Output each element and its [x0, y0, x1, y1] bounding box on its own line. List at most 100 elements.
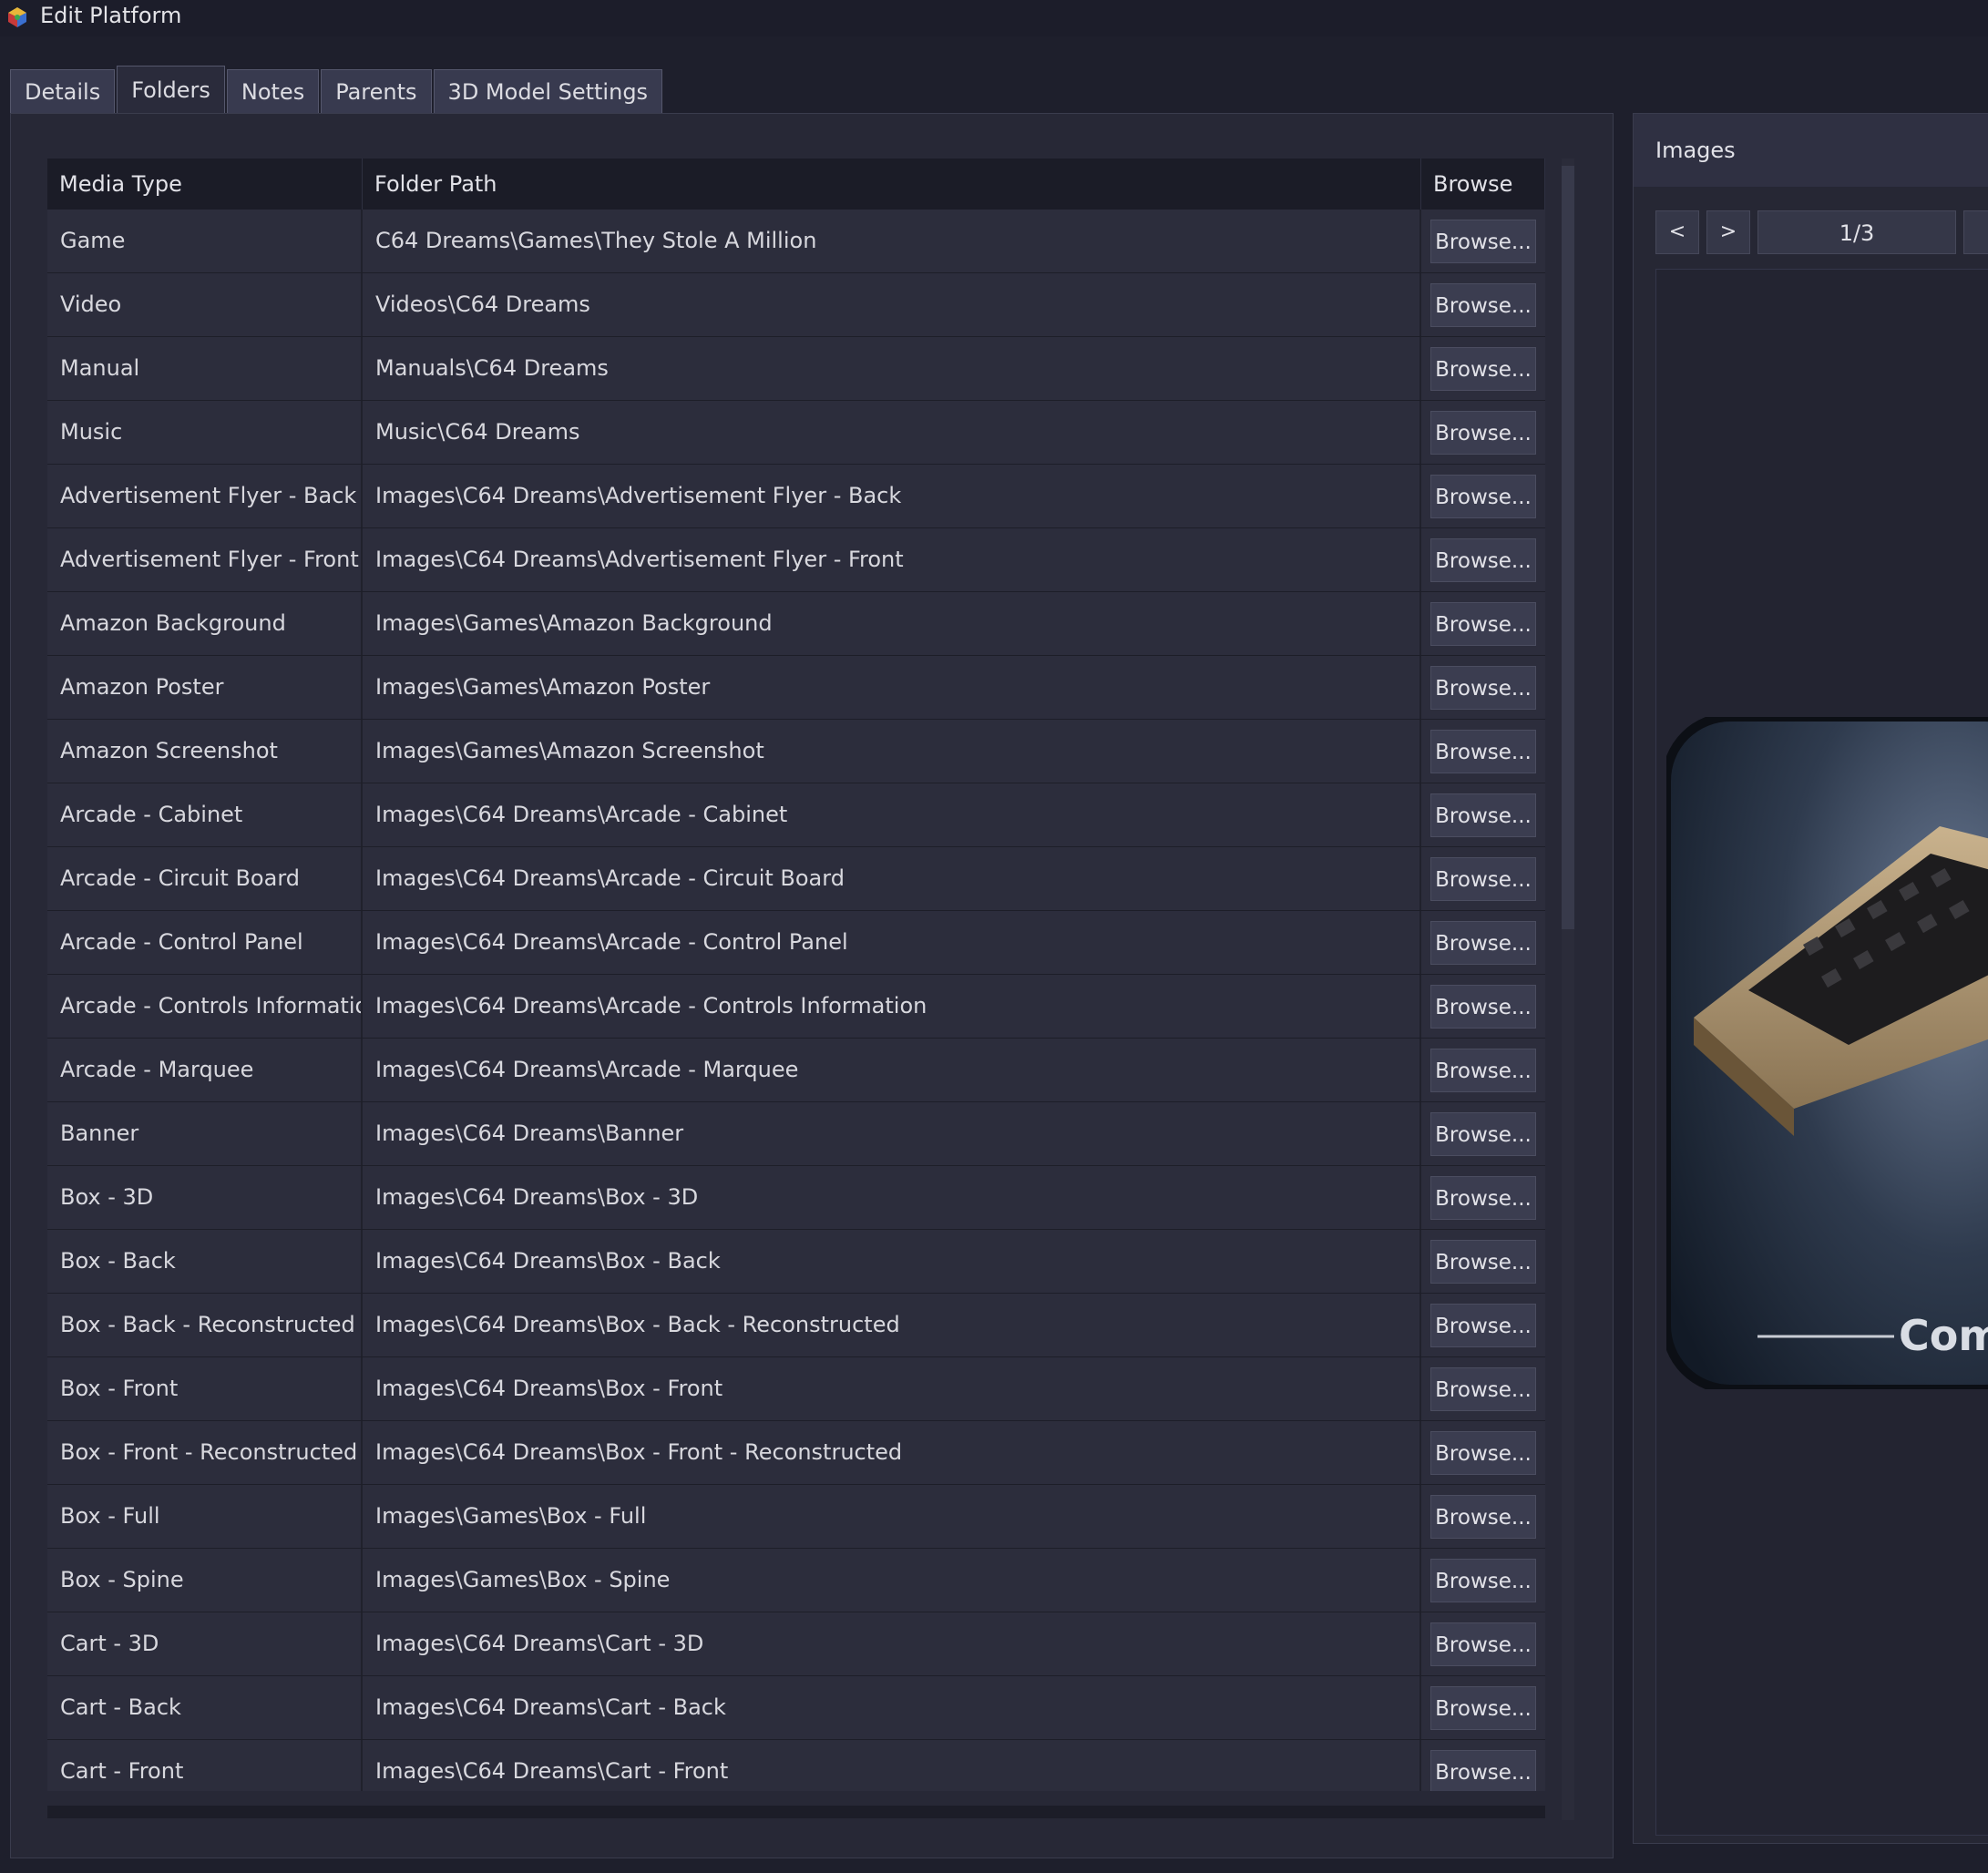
- table-row[interactable]: Cart - Back Images\C64 Dreams\Cart - Back…: [47, 1676, 1545, 1740]
- folder-path-cell[interactable]: Images\C64 Dreams\Arcade - Controls Info…: [363, 975, 1421, 1038]
- table-row[interactable]: Box - Back Images\C64 Dreams\Box - Back Br…: [47, 1230, 1545, 1294]
- folder-path-cell[interactable]: Images\Games\Box - Spine: [363, 1549, 1421, 1612]
- browse-button[interactable]: Browse...: [1430, 410, 1536, 455]
- grid-horizontal-scrollbar[interactable]: [47, 1806, 1545, 1818]
- media-type-cell[interactable]: Amazon Poster: [47, 656, 363, 719]
- table-row[interactable]: Box - Back - Reconstructed Images\C64 Dre…: [47, 1294, 1545, 1357]
- browse-button[interactable]: Browse...: [1430, 219, 1536, 263]
- browse-button[interactable]: Browse...: [1430, 1685, 1536, 1730]
- header-folder-path[interactable]: Folder Path: [363, 159, 1421, 210]
- tab-details[interactable]: Details: [10, 69, 116, 113]
- media-type-cell[interactable]: Advertisement Flyer - Front: [47, 528, 363, 591]
- media-type-cell[interactable]: Box - Back - Reconstructed: [47, 1294, 363, 1356]
- tab-parents[interactable]: Parents: [321, 69, 432, 113]
- table-row[interactable]: Arcade - Control Panel Images\C64 Dreams\…: [47, 911, 1545, 975]
- image-action-button[interactable]: [1963, 210, 1988, 254]
- media-type-cell[interactable]: Manual: [47, 337, 363, 400]
- folder-path-cell[interactable]: Images\C64 Dreams\Cart - Front: [363, 1740, 1421, 1791]
- media-type-cell[interactable]: Arcade - Control Panel: [47, 911, 363, 974]
- browse-button[interactable]: Browse...: [1430, 1430, 1536, 1475]
- folder-path-cell[interactable]: Images\C64 Dreams\Box - 3D: [363, 1166, 1421, 1229]
- table-row[interactable]: Box - Front - Reconstructed Images\C64 Dr…: [47, 1421, 1545, 1485]
- table-row[interactable]: Arcade - Circuit Board Images\C64 Dreams\…: [47, 847, 1545, 911]
- media-type-cell[interactable]: Arcade - Cabinet: [47, 783, 363, 846]
- media-type-cell[interactable]: Box - Front - Reconstructed: [47, 1421, 363, 1484]
- table-row[interactable]: Game C64 Dreams\Games\They Stole A Millio…: [47, 210, 1545, 273]
- folder-path-cell[interactable]: Images\C64 Dreams\Cart - Back: [363, 1676, 1421, 1739]
- folder-path-cell[interactable]: Images\C64 Dreams\Box - Back: [363, 1230, 1421, 1293]
- folder-path-cell[interactable]: Images\C64 Dreams\Box - Front - Reconstr…: [363, 1421, 1421, 1484]
- media-type-cell[interactable]: Box - Spine: [47, 1549, 363, 1612]
- folder-path-cell[interactable]: Images\Games\Box - Full: [363, 1485, 1421, 1548]
- browse-button[interactable]: Browse...: [1430, 665, 1536, 710]
- table-row[interactable]: Arcade - Cabinet Images\C64 Dreams\Arcade…: [47, 783, 1545, 847]
- browse-button[interactable]: Browse...: [1430, 1749, 1536, 1791]
- table-row[interactable]: Music Music\C64 Dreams Browse...: [47, 401, 1545, 465]
- folder-path-cell[interactable]: Images\C64 Dreams\Box - Front: [363, 1357, 1421, 1420]
- scrollbar-thumb[interactable]: [1562, 166, 1574, 929]
- browse-button[interactable]: Browse...: [1430, 1558, 1536, 1602]
- folder-path-cell[interactable]: Images\C64 Dreams\Arcade - Circuit Board: [363, 847, 1421, 910]
- browse-button[interactable]: Browse...: [1430, 729, 1536, 773]
- browse-button[interactable]: Browse...: [1430, 1175, 1536, 1220]
- browse-button[interactable]: Browse...: [1430, 474, 1536, 518]
- browse-button[interactable]: Browse...: [1430, 537, 1536, 582]
- media-type-cell[interactable]: Box - Full: [47, 1485, 363, 1548]
- browse-button[interactable]: Browse...: [1430, 793, 1536, 837]
- folder-path-cell[interactable]: Images\Games\Amazon Screenshot: [363, 720, 1421, 783]
- media-type-cell[interactable]: Banner: [47, 1102, 363, 1165]
- media-type-cell[interactable]: Box - Back: [47, 1230, 363, 1293]
- folder-path-cell[interactable]: Images\C64 Dreams\Arcade - Control Panel: [363, 911, 1421, 974]
- tab-3d-model-settings[interactable]: 3D Model Settings: [433, 69, 663, 113]
- browse-button[interactable]: Browse...: [1430, 282, 1536, 327]
- previous-image-button[interactable]: <: [1655, 210, 1699, 254]
- table-row[interactable]: Box - Full Images\Games\Box - Full Browse.…: [47, 1485, 1545, 1549]
- browse-button[interactable]: Browse...: [1430, 1111, 1536, 1156]
- folder-path-cell[interactable]: Music\C64 Dreams: [363, 401, 1421, 464]
- table-row[interactable]: Cart - Front Images\C64 Dreams\Cart - Fro…: [47, 1740, 1545, 1791]
- folder-path-cell[interactable]: Videos\C64 Dreams: [363, 273, 1421, 336]
- media-type-cell[interactable]: Arcade - Controls Information: [47, 975, 363, 1038]
- media-type-cell[interactable]: Arcade - Circuit Board: [47, 847, 363, 910]
- media-type-cell[interactable]: Box - Front: [47, 1357, 363, 1420]
- table-row[interactable]: Advertisement Flyer - Back Images\C64 Dre…: [47, 465, 1545, 528]
- media-type-cell[interactable]: Cart - 3D: [47, 1612, 363, 1675]
- table-row[interactable]: Box - Front Images\C64 Dreams\Box - Front…: [47, 1357, 1545, 1421]
- table-row[interactable]: Banner Images\C64 Dreams\Banner Browse...: [47, 1102, 1545, 1166]
- media-type-cell[interactable]: Advertisement Flyer - Back: [47, 465, 363, 527]
- media-type-cell[interactable]: Cart - Back: [47, 1676, 363, 1739]
- media-type-cell[interactable]: Music: [47, 401, 363, 464]
- table-row[interactable]: Amazon Screenshot Images\Games\Amazon Scr…: [47, 720, 1545, 783]
- table-row[interactable]: Arcade - Controls Information Images\C64 …: [47, 975, 1545, 1039]
- folder-path-cell[interactable]: Images\C64 Dreams\Arcade - Cabinet: [363, 783, 1421, 846]
- table-row[interactable]: Amazon Poster Images\Games\Amazon Poster B…: [47, 656, 1545, 720]
- folder-path-cell[interactable]: Manuals\C64 Dreams: [363, 337, 1421, 400]
- folder-path-cell[interactable]: Images\C64 Dreams\Advertisement Flyer - …: [363, 465, 1421, 527]
- media-type-cell[interactable]: Game: [47, 210, 363, 272]
- browse-button[interactable]: Browse...: [1430, 920, 1536, 965]
- media-type-cell[interactable]: Arcade - Marquee: [47, 1039, 363, 1101]
- header-browse[interactable]: Browse: [1421, 159, 1545, 210]
- next-image-button[interactable]: >: [1706, 210, 1750, 254]
- table-row[interactable]: Advertisement Flyer - Front Images\C64 Dr…: [47, 528, 1545, 592]
- browse-button[interactable]: Browse...: [1430, 1622, 1536, 1666]
- folder-path-cell[interactable]: Images\C64 Dreams\Box - Back - Reconstru…: [363, 1294, 1421, 1356]
- table-row[interactable]: Arcade - Marquee Images\C64 Dreams\Arcade…: [47, 1039, 1545, 1102]
- media-type-cell[interactable]: Box - 3D: [47, 1166, 363, 1229]
- header-media-type[interactable]: Media Type: [47, 159, 363, 210]
- table-row[interactable]: Cart - 3D Images\C64 Dreams\Cart - 3D Brow…: [47, 1612, 1545, 1676]
- folder-path-cell[interactable]: C64 Dreams\Games\They Stole A Million: [363, 210, 1421, 272]
- tab-folders[interactable]: Folders: [117, 66, 225, 113]
- table-row[interactable]: Manual Manuals\C64 Dreams Browse...: [47, 337, 1545, 401]
- browse-button[interactable]: Browse...: [1430, 856, 1536, 901]
- browse-button[interactable]: Browse...: [1430, 1048, 1536, 1092]
- folder-path-cell[interactable]: Images\C64 Dreams\Banner: [363, 1102, 1421, 1165]
- browse-button[interactable]: Browse...: [1430, 1239, 1536, 1284]
- media-type-cell[interactable]: Cart - Front: [47, 1740, 363, 1791]
- folder-path-cell[interactable]: Images\Games\Amazon Poster: [363, 656, 1421, 719]
- table-row[interactable]: Video Videos\C64 Dreams Browse...: [47, 273, 1545, 337]
- folder-path-cell[interactable]: Images\Games\Amazon Background: [363, 592, 1421, 655]
- browse-button[interactable]: Browse...: [1430, 346, 1536, 391]
- media-type-cell[interactable]: Amazon Background: [47, 592, 363, 655]
- grid-vertical-scrollbar[interactable]: [1562, 159, 1574, 1820]
